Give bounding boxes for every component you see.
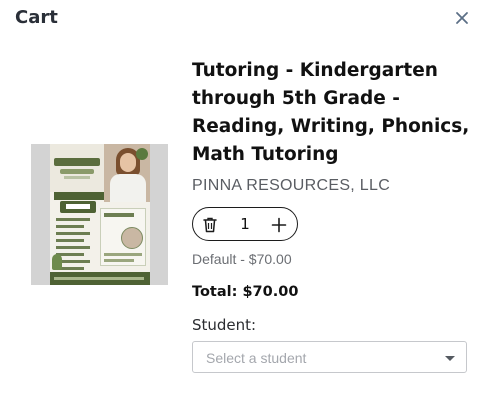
vendor-name: PINNA RESOURCES, LLC — [192, 177, 391, 194]
plus-icon — [271, 217, 287, 233]
increase-quantity-button[interactable] — [270, 216, 288, 234]
chevron-down-icon — [445, 356, 455, 361]
variant-price: Default - $70.00 — [192, 251, 292, 267]
cart-title: Cart — [15, 7, 58, 28]
student-select[interactable]: Select a student — [192, 341, 467, 373]
quantity-value[interactable]: 1 — [238, 215, 252, 233]
student-select-placeholder: Select a student — [206, 350, 307, 366]
tutoring-flyer-image — [50, 144, 150, 285]
product-image[interactable] — [31, 144, 168, 285]
close-icon — [456, 12, 468, 24]
item-total: Total: $70.00 — [192, 284, 299, 300]
remove-item-button[interactable] — [202, 216, 218, 234]
product-title[interactable]: Tutoring - Kindergarten through 5th Grad… — [192, 57, 482, 169]
student-label: Student: — [192, 316, 257, 334]
close-button[interactable] — [453, 9, 473, 29]
trash-icon — [203, 217, 217, 233]
quantity-stepper: 1 — [192, 207, 298, 241]
